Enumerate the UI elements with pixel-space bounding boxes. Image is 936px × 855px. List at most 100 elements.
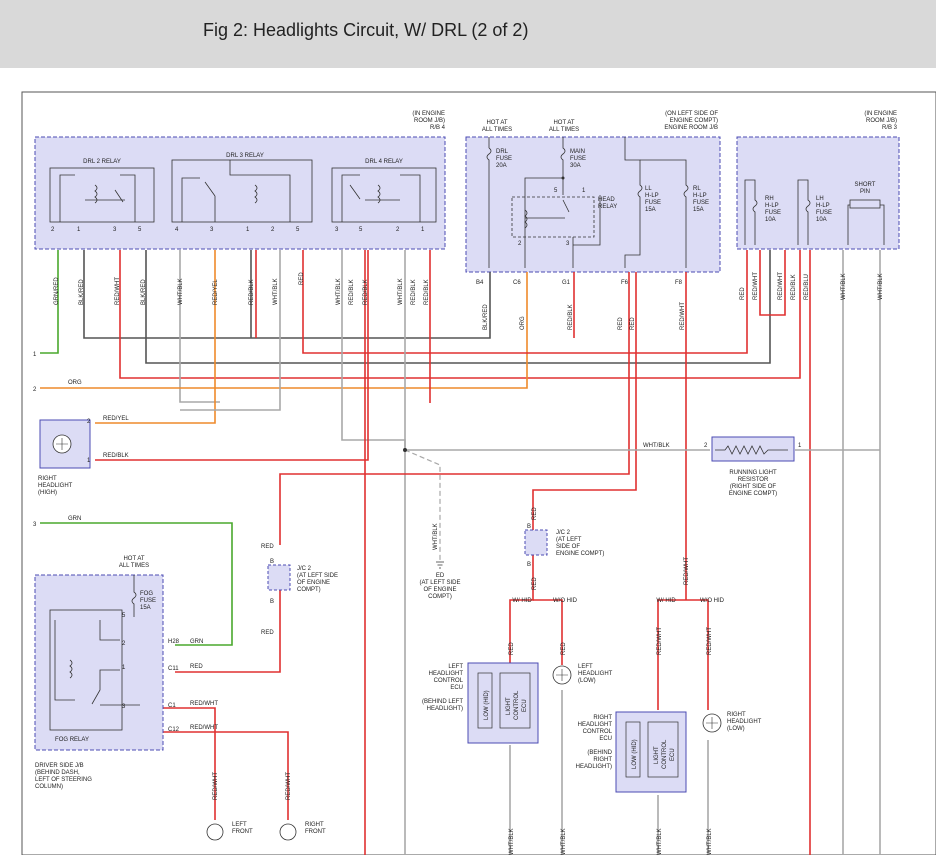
recu-inner-2: CONTROL xyxy=(662,739,668,769)
without-hid-right: W/O HID xyxy=(700,598,725,604)
lbl-wht-blk-3: WHT/BLK xyxy=(336,278,342,305)
lbl-red-wht-2: RED/WHT xyxy=(680,302,686,330)
lbl-red-wht-7: RED/WHT xyxy=(684,557,690,585)
ll-fuse-2: H-LP xyxy=(645,193,659,199)
lbl-red-yel: RED/YEL xyxy=(213,279,219,305)
lbl-red-blk-7: RED/BLK xyxy=(791,274,797,300)
lbl-blk-red-1: BLK/RED xyxy=(79,279,85,305)
rlr-label-3: (RIGHT SIDE OF xyxy=(730,484,777,490)
lh-fuse-3: FUSE xyxy=(816,210,832,216)
fog-conn-c1: C1 xyxy=(168,703,176,709)
rh-label-1: RIGHT xyxy=(38,476,57,482)
short-pin-2: PIN xyxy=(860,189,870,195)
drl-fuse-3: 20A xyxy=(496,163,507,169)
lbl-red-blk-5: RED/BLK xyxy=(424,279,430,305)
ll-fuse-4: 15A xyxy=(645,207,656,213)
rh-fuse-1: RH xyxy=(765,196,774,202)
lbl-wht-blk-11: WHT/BLK xyxy=(707,828,713,855)
without-hid-left: W/O HID xyxy=(553,598,578,604)
lecu-inner-2: CONTROL xyxy=(514,690,520,720)
ejb-location-1: (ON LEFT SIDE OF xyxy=(665,111,718,117)
lfront-2: FRONT xyxy=(232,829,253,835)
rlow-3: (LOW) xyxy=(727,726,745,732)
recu-5: (BEHIND xyxy=(587,750,612,756)
recu-7: HEADLIGHT) xyxy=(576,764,612,770)
drl-fuse-2: FUSE xyxy=(496,156,512,162)
fog-conn-c11: C11 xyxy=(168,666,179,672)
lbl-red-6: RED xyxy=(532,577,538,590)
recu-4: ECU xyxy=(599,736,612,742)
rl-fuse-3: FUSE xyxy=(693,200,709,206)
lecu-inner-0: LOW (HID) xyxy=(484,690,490,720)
conn-c6: C6 xyxy=(513,280,521,286)
lbl-red-3: RED xyxy=(630,317,636,330)
fog-fuse-2: FUSE xyxy=(140,598,156,604)
left-num-1: 1 xyxy=(33,352,37,358)
conn-b4: B4 xyxy=(476,280,484,286)
ejb-location-2: ENGINE COMPT) xyxy=(670,118,718,124)
jc2l-4: COMPT) xyxy=(297,587,321,593)
llow-1: LEFT xyxy=(578,664,593,670)
rh-fuse-2: H-LP xyxy=(765,203,779,209)
lbl-red-4: RED xyxy=(740,287,746,300)
rfront-2: FRONT xyxy=(305,829,326,835)
fog-conn-h28: H28 xyxy=(168,639,180,645)
rh-wire-red-blk: RED/BLK xyxy=(103,453,129,459)
main-fuse-2: FUSE xyxy=(570,156,586,162)
ll-fuse-3: FUSE xyxy=(645,200,661,206)
rb3-location-2: ROOM J/B) xyxy=(866,118,897,124)
svg-text:B: B xyxy=(270,559,274,565)
rl-fuse-4: 15A xyxy=(693,207,704,213)
svg-text:B: B xyxy=(527,562,531,568)
rh-fuse-4: 10A xyxy=(765,217,776,223)
jc2r-3: SIDE OF xyxy=(556,544,580,550)
rlr-label-2: RESISTOR xyxy=(738,477,769,483)
jc2l-2: (AT LEFT SIDE xyxy=(297,573,338,579)
ejb-hot1-2: ALL TIMES xyxy=(482,127,512,133)
head-relay-2: RELAY xyxy=(598,204,617,210)
ground-3: OF ENGINE xyxy=(423,587,456,593)
ejb-hot2-1: HOT AT xyxy=(553,120,574,126)
lh-fuse-2: H-LP xyxy=(816,203,830,209)
lbl-red-blk-4: RED/BLK xyxy=(411,279,417,305)
lh-fuse-4: 10A xyxy=(816,217,827,223)
recu-inner-3: ECU xyxy=(670,748,676,761)
ejb-hot1-1: HOT AT xyxy=(486,120,507,126)
jc2-left xyxy=(267,564,291,591)
jc2r-4: ENGINE COMPT) xyxy=(556,551,604,557)
main-fuse-1: MAIN xyxy=(570,149,585,155)
drl-fuse-1: DRL xyxy=(496,149,509,155)
rb4-location-1: (IN ENGINE xyxy=(412,111,445,117)
wiring-diagram: (IN ENGINE ROOM J/B) R/B 4 DRL 2 RELAY D… xyxy=(21,91,936,855)
recu-inner-1: LIGHT xyxy=(654,746,660,764)
ejb-location-3: ENGINE ROOM J/B xyxy=(664,125,718,131)
rb4-location-3: R/B 4 xyxy=(430,125,446,131)
lbl-red-7: RED xyxy=(509,642,515,655)
with-hid-right: W/ HID xyxy=(656,598,676,604)
rl-fuse-1: RL xyxy=(693,186,701,192)
short-pin-1: SHORT xyxy=(855,182,876,188)
jc2l-red-bottom: RED xyxy=(261,630,274,636)
drl4-label: DRL 4 RELAY xyxy=(365,159,403,165)
left-front-lamp xyxy=(206,823,224,841)
recu-3: CONTROL xyxy=(583,729,613,735)
ground-2: (AT LEFT SIDE xyxy=(419,580,460,586)
lbl-red-blu: RED/BLU xyxy=(804,274,810,300)
svg-text:B: B xyxy=(527,524,531,530)
ejb-hot2-2: ALL TIMES xyxy=(549,127,579,133)
fog-hot-2: ALL TIMES xyxy=(119,563,149,569)
right-front-lamp xyxy=(279,823,297,841)
lbl-blk-red-3: BLK/RED xyxy=(483,304,489,330)
rlr-label-4: ENGINE COMPT) xyxy=(729,491,777,497)
conn-f6: F6 xyxy=(621,280,629,286)
left-num-2: 2 xyxy=(33,387,37,393)
lecu-inner-3: ECU xyxy=(522,699,528,712)
fog-wire-red: RED xyxy=(190,664,203,670)
conn-g1: G1 xyxy=(562,280,571,286)
rb3-location-1: (IN ENGINE xyxy=(864,111,897,117)
ground-1: ED xyxy=(436,573,445,579)
lbl-red-blk-3: RED/BLK xyxy=(363,279,369,305)
drl3-label: DRL 3 RELAY xyxy=(226,153,264,159)
lbl-red-1: RED xyxy=(299,272,305,285)
recu-2: HEADLIGHT xyxy=(578,722,613,728)
